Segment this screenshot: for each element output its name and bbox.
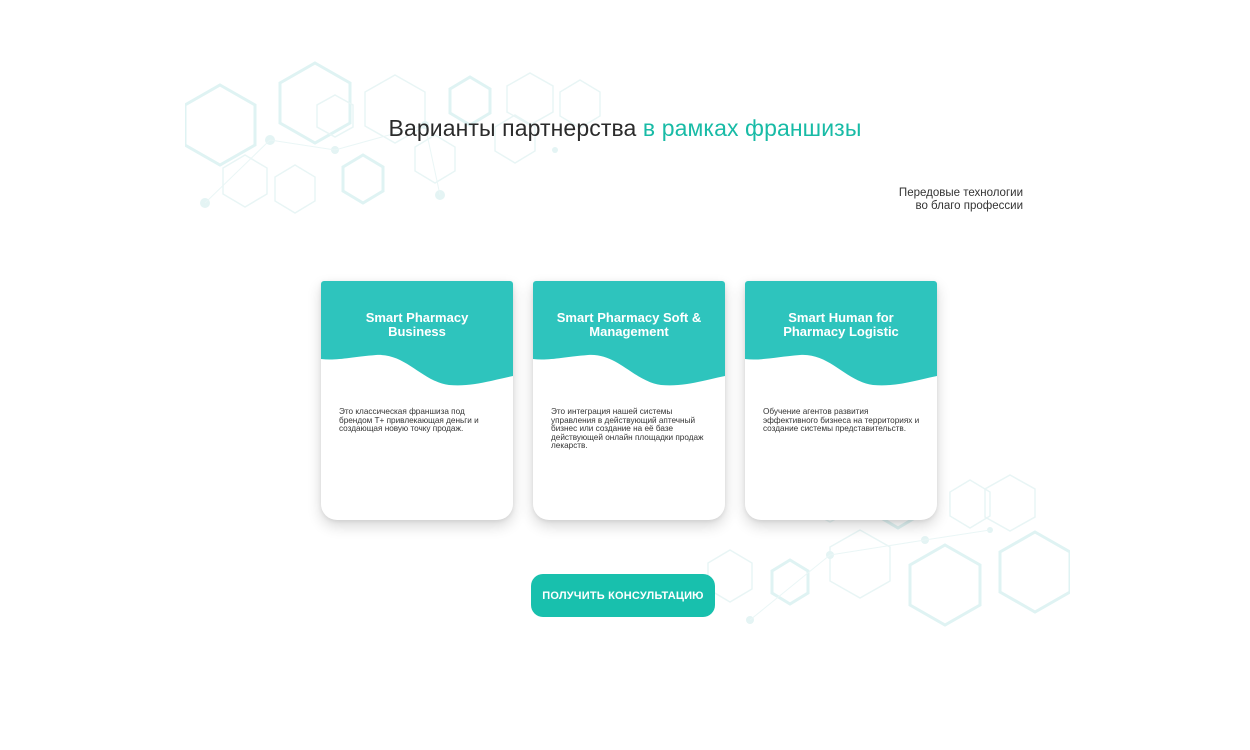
card-description: Обучение агентов развития эффективного б…: [763, 407, 920, 434]
card-description: Это интеграция нашей системы управления …: [551, 407, 704, 451]
get-consultation-button[interactable]: ПОЛУЧИТЬ КОНСУЛЬТАЦИЮ: [531, 574, 715, 617]
hexagon-pattern-top-icon: [185, 61, 601, 214]
page-title-main: Варианты партнерства: [388, 115, 643, 141]
card-title: Smart Human for Pharmacy Logistic: [783, 310, 899, 339]
card-description: Это классическая франшиза под брендом Т+…: [339, 407, 479, 434]
card-smart-pharmacy-business[interactable]: Smart Pharmacy Business Это классическая…: [321, 281, 513, 520]
card-smart-human-logistic[interactable]: Smart Human for Pharmacy Logistic Обучен…: [745, 281, 937, 520]
card-smart-pharmacy-soft[interactable]: Smart Pharmacy Soft & Management Это инт…: [533, 281, 725, 520]
card-title: Smart Pharmacy Business: [365, 310, 469, 339]
page-title: Варианты партнерства в рамках франшизы: [0, 115, 1250, 142]
card-title: Smart Pharmacy Soft & Management: [556, 310, 702, 339]
page-title-accent: в рамках франшизы: [642, 115, 862, 141]
tagline: Передовые технологии во благо профессии: [899, 187, 1023, 213]
tagline-line-2: во благо профессии: [915, 200, 1023, 212]
tagline-line-1: Передовые технологии: [898, 187, 1023, 199]
